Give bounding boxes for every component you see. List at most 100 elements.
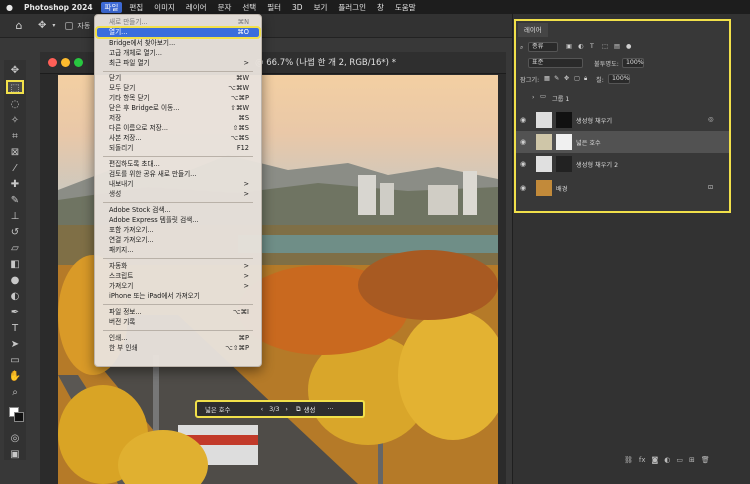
add-mask-icon[interactable]: ◙ <box>652 456 659 466</box>
menu-help[interactable]: 도움말 <box>395 2 416 13</box>
eyedropper-icon[interactable]: ⁄ <box>6 162 24 176</box>
menu-item-version-history[interactable]: 버전 기록 <box>97 318 259 327</box>
menu-item-adobe-express[interactable]: Adobe Express 템플릿 검색... <box>97 216 259 225</box>
chevron-left-icon[interactable]: ‹ <box>261 405 264 413</box>
healing-brush-icon[interactable]: ✚ <box>6 178 24 192</box>
menu-item-print-one-copy[interactable]: 한 부 인쇄 ⌥⇧⌘P <box>97 344 259 353</box>
lock-transparent-icon[interactable]: ▦ <box>544 75 550 82</box>
background-color-swatch[interactable] <box>14 412 24 422</box>
filter-adjustment-icon[interactable]: ◐ <box>578 43 583 50</box>
stamp-tool-icon[interactable]: ⊥ <box>6 210 24 224</box>
lock-all-icon[interactable]: 🔒︎ <box>584 75 587 83</box>
menu-type[interactable]: 문자 <box>218 2 232 13</box>
menu-item-place-embedded[interactable]: 포함 가져오기... <box>97 226 259 235</box>
menu-item-export[interactable]: 내보내기 > <box>97 180 259 189</box>
menu-item-package[interactable]: 패키지... <box>97 246 259 255</box>
gradient-tool-icon[interactable]: ◧ <box>6 258 24 272</box>
fill-field[interactable]: 100% <box>608 74 630 84</box>
filter-toggle-icon[interactable]: ● <box>626 43 631 50</box>
eye-icon[interactable]: ◉ <box>520 184 526 192</box>
delete-layer-icon[interactable]: 🗑︎ <box>701 456 710 466</box>
menu-edit[interactable]: 편집 <box>129 2 143 13</box>
eye-icon[interactable]: ◉ <box>520 160 526 168</box>
lasso-tool-icon[interactable]: ◌ <box>6 98 24 112</box>
menu-item-close-all[interactable]: 모두 닫기 ⌥⌘W <box>97 84 259 93</box>
type-tool-icon[interactable]: T <box>6 322 24 336</box>
generate-icon[interactable]: ⧉ <box>296 405 301 414</box>
search-icon[interactable]: ⌕ <box>520 44 523 52</box>
menu-item-generate[interactable]: 생성 > <box>97 190 259 199</box>
layer-row-generative-fill[interactable]: ◉ 생성형 채우기 ◎ <box>516 109 729 131</box>
eraser-tool-icon[interactable]: ▱ <box>6 242 24 256</box>
menu-item-adobe-stock[interactable]: Adobe Stock 검색... <box>97 206 259 215</box>
shape-tool-icon[interactable]: ▭ <box>6 354 24 368</box>
layer-row-generative-fill-2[interactable]: ◉ 생성형 채우기 2 <box>516 153 729 175</box>
menu-item-file-info[interactable]: 파일 정보... ⌥⌘I <box>97 308 259 317</box>
lock-artboard-icon[interactable]: ▢ <box>574 75 580 82</box>
adjustment-layer-icon[interactable]: ◐ <box>664 456 670 466</box>
move-tool-icon[interactable]: ✥ <box>38 20 46 31</box>
apple-icon[interactable]: ● <box>6 3 16 12</box>
lock-image-icon[interactable]: ✎ <box>554 75 559 82</box>
frame-tool-icon[interactable]: ⊠ <box>6 146 24 160</box>
menu-item-share-review[interactable]: 검토를 위한 공유 새로 만들기... <box>97 170 259 179</box>
menu-item-browse-bridge[interactable]: Bridge에서 찾아보기... <box>97 39 259 48</box>
menu-item-automate[interactable]: 자동화 > <box>97 262 259 271</box>
tab-layers[interactable]: 레이어 <box>518 23 548 37</box>
layer-row-group[interactable]: › ▭ 그룹 1 <box>516 87 729 109</box>
lock-position-icon[interactable]: ✥ <box>564 75 569 82</box>
menu-3d[interactable]: 3D <box>292 3 303 12</box>
crop-tool-icon[interactable]: ⌗ <box>6 130 24 144</box>
menu-item-import-iphone[interactable]: iPhone 또는 iPad에서 가져오기 <box>97 292 259 301</box>
filter-type-icon[interactable]: T <box>590 43 594 50</box>
layer-style-icon[interactable]: fx <box>639 456 646 466</box>
menu-select[interactable]: 선택 <box>242 2 256 13</box>
brush-tool-icon[interactable]: ✎ <box>6 194 24 208</box>
hand-tool-icon[interactable]: ✋ <box>6 370 24 384</box>
close-window-button[interactable] <box>48 58 57 67</box>
screen-mode-icon[interactable]: ▣ <box>6 448 24 462</box>
magic-wand-icon[interactable]: ✧ <box>6 114 24 128</box>
blend-mode-select[interactable]: 표준 <box>528 58 583 68</box>
link-layers-icon[interactable]: ⛓ <box>624 456 633 466</box>
menu-item-close-others[interactable]: 기타 항목 닫기 ⌥⌘P <box>97 94 259 103</box>
eye-icon[interactable]: ◉ <box>520 116 526 124</box>
chevron-right-icon[interactable]: › <box>532 94 534 101</box>
menu-item-save-copy[interactable]: 사본 저장... ⌥⌘S <box>97 134 259 143</box>
menu-item-import[interactable]: 가져오기 > <box>97 282 259 291</box>
menu-item-new[interactable]: 새로 만들기... ⌘N <box>97 18 259 27</box>
chevron-right-icon[interactable]: › <box>285 405 288 413</box>
home-icon[interactable]: ⌂ <box>12 19 26 33</box>
filter-shape-icon[interactable]: ⬚ <box>602 43 608 50</box>
layer-row-background[interactable]: ◉ 배경 ⊡ <box>516 177 729 199</box>
minimize-window-button[interactable] <box>61 58 70 67</box>
move-tool-icon[interactable]: ✥ <box>6 64 24 78</box>
more-options-button[interactable]: ··· <box>327 405 333 413</box>
menu-item-revert[interactable]: 되돌리기 F12 <box>97 144 259 153</box>
path-selection-icon[interactable]: ➤ <box>6 338 24 352</box>
auto-select-checkbox[interactable] <box>65 21 74 30</box>
menu-plugins[interactable]: 플러그인 <box>338 2 366 13</box>
eye-icon[interactable]: ◉ <box>520 138 526 146</box>
chevron-down-icon[interactable]: ▾ <box>52 22 55 29</box>
menu-item-print[interactable]: 인쇄... ⌘P <box>97 334 259 343</box>
blur-tool-icon[interactable]: ● <box>6 274 24 288</box>
menu-item-open-recent[interactable]: 최근 파일 열기 > <box>97 59 259 68</box>
menu-layer[interactable]: 레이어 <box>186 2 207 13</box>
zoom-window-button[interactable] <box>74 58 83 67</box>
menu-filter[interactable]: 필터 <box>267 2 281 13</box>
menu-window[interactable]: 창 <box>377 2 384 13</box>
menu-item-invite-edit[interactable]: 편집하도록 초대... <box>97 160 259 169</box>
menu-file[interactable]: 파일 <box>100 1 123 13</box>
new-layer-icon[interactable]: ⊞ <box>689 456 695 466</box>
menu-item-save-as[interactable]: 다른 이름으로 저장... ⇧⌘S <box>97 124 259 133</box>
menu-item-close-go-bridge[interactable]: 닫은 후 Bridge로 이동... ⇧⌘W <box>97 104 259 113</box>
menu-item-close[interactable]: 닫기 ⌘W <box>97 74 259 83</box>
generate-button[interactable]: 생성 <box>304 405 316 414</box>
app-name[interactable]: Photoshop 2024 <box>24 3 93 12</box>
quick-mask-icon[interactable]: ◎ <box>6 432 24 446</box>
menu-view[interactable]: 보기 <box>314 2 328 13</box>
menu-item-save[interactable]: 저장 ⌘S <box>97 114 259 123</box>
history-brush-icon[interactable]: ↺ <box>6 226 24 240</box>
menu-image[interactable]: 이미지 <box>154 2 175 13</box>
